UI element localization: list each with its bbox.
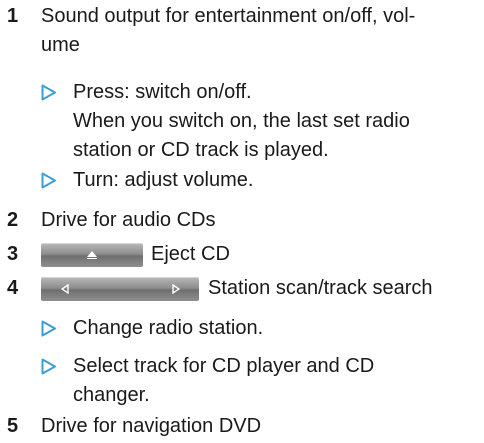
sub-item-text: Turn: adjust volume. xyxy=(73,166,473,195)
item-description: Drive for audio CDs xyxy=(41,209,216,231)
triangle-bullet-icon xyxy=(41,358,56,375)
item-number: 2 xyxy=(7,209,19,231)
seek-right-icon xyxy=(172,284,180,294)
sub-item-line: Select track for CD player and CD xyxy=(73,355,375,377)
sub-item-line: When you switch on, the last set radio xyxy=(73,110,410,132)
sub-item-text: Change radio station. xyxy=(73,314,473,343)
item-number: 3 xyxy=(7,243,19,265)
sub-item-line: changer. xyxy=(73,384,150,406)
triangle-bullet-icon xyxy=(41,172,56,189)
sub-item-line: Change radio station. xyxy=(73,317,264,339)
item-line: ume xyxy=(41,34,80,56)
seek-left-icon xyxy=(61,284,69,294)
item-number: 4 xyxy=(7,277,19,299)
eject-cd-label: Eject CD xyxy=(151,243,230,265)
sub-item-line: station or CD track is played. xyxy=(73,139,329,161)
item-description: Drive for navigation DVD xyxy=(41,415,262,437)
scan-search-label: Station scan/track search xyxy=(208,277,433,299)
seek-left-right-button-icon xyxy=(41,277,199,301)
item-number: 5 xyxy=(7,415,19,437)
triangle-bullet-icon xyxy=(41,84,56,101)
manual-page: 1 Sound output for entertainment on/off,… xyxy=(0,0,484,443)
sub-item-line: Turn: adjust volume. xyxy=(73,169,254,191)
item-number: 1 xyxy=(7,5,19,27)
sub-item-text: Select track for CD player and CD change… xyxy=(73,352,473,410)
triangle-bullet-icon xyxy=(41,320,56,337)
item-line: Sound output for entertainment on/off, v… xyxy=(41,5,416,27)
sub-item-line: Press: switch on/off. xyxy=(73,81,252,103)
item-description: Sound output for entertainment on/off, v… xyxy=(41,2,477,60)
sub-item-text: Press: switch on/off. When you switch on… xyxy=(73,78,473,165)
eject-icon xyxy=(87,251,97,259)
eject-button-icon xyxy=(41,243,143,267)
